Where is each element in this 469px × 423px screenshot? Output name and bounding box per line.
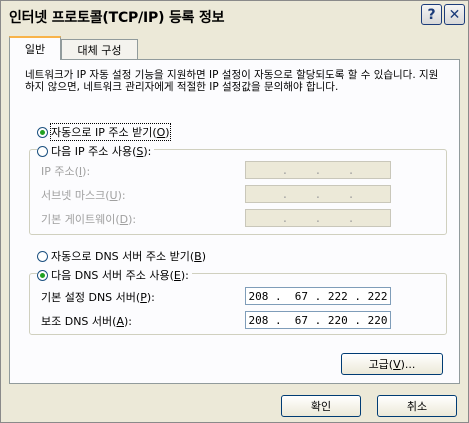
question-mark-icon: ?	[427, 6, 436, 23]
cancel-button[interactable]: 취소	[377, 395, 457, 417]
auto-ip-radio[interactable]: 자동으로 IP 주소 받기(O)	[37, 123, 171, 141]
cancel-button-label: 취소	[406, 400, 428, 413]
ip-address-label: IP 주소(I):	[41, 165, 91, 178]
ip-address-input[interactable]: . . .	[245, 161, 391, 179]
tab-alternate-configuration[interactable]: 대체 구성	[61, 39, 138, 59]
manual-dns-label: 다음 DNS 서버 주소 사용(E):	[51, 269, 189, 282]
radio-circle	[37, 126, 48, 138]
ok-button[interactable]: 확인	[281, 395, 361, 417]
ok-button-label: 확인	[310, 400, 332, 413]
auto-ip-label: 자동으로 IP 주소 받기(O)	[50, 123, 171, 141]
tab-alternate-label: 대체 구성	[77, 43, 122, 57]
preferred-dns-label: 기본 설정 DNS 서버(P):	[41, 291, 155, 304]
auto-dns-radio[interactable]: 자동으로 DNS 서버 주소 받기(B)	[37, 248, 206, 264]
close-button[interactable]: ✕	[444, 4, 465, 25]
radio-circle	[37, 250, 48, 262]
window-title: 인터넷 프로토콜(TCP/IP) 등록 정보	[9, 10, 225, 26]
title-bar[interactable]: 인터넷 프로토콜(TCP/IP) 등록 정보 ? ✕	[1, 1, 468, 29]
default-gateway-input[interactable]: . . .	[245, 209, 391, 227]
radio-selected-dot	[40, 272, 45, 278]
radio-circle	[37, 145, 48, 157]
alternate-dns-input[interactable]: 208 . 67 . 220 . 220	[245, 311, 391, 329]
subnet-mask-label: 서브넷 마스크(U):	[41, 189, 126, 202]
default-gateway-label: 기본 게이트웨이(D):	[41, 213, 137, 226]
advanced-button[interactable]: 고급(V)...	[341, 353, 443, 375]
description-text: 네트워크가 IP 자동 설정 기능을 지원하면 IP 설정이 자동으로 할당되도…	[25, 69, 439, 93]
help-button[interactable]: ?	[421, 4, 442, 25]
manual-ip-radio[interactable]: 다음 IP 주소 사용(S):	[37, 143, 155, 159]
subnet-mask-input[interactable]: . . .	[245, 185, 391, 203]
radio-selected-dot	[40, 129, 45, 135]
preferred-dns-input[interactable]: 208 . 67 . 222 . 222	[245, 287, 391, 305]
close-icon: ✕	[448, 6, 461, 23]
tab-general[interactable]: 일반	[9, 36, 61, 60]
manual-ip-label: 다음 IP 주소 사용(S):	[51, 145, 152, 158]
auto-dns-label: 자동으로 DNS 서버 주소 받기(B)	[51, 250, 207, 263]
manual-dns-radio[interactable]: 다음 DNS 서버 주소 사용(E):	[37, 267, 192, 283]
dialog-window: 인터넷 프로토콜(TCP/IP) 등록 정보 ? ✕ 일반 대체 구성 네트워크…	[0, 0, 469, 423]
alternate-dns-label: 보조 DNS 서버(A):	[41, 315, 132, 328]
tab-general-label: 일반	[24, 43, 46, 56]
radio-circle	[37, 269, 48, 281]
advanced-button-label: 고급(V)...	[368, 358, 416, 371]
